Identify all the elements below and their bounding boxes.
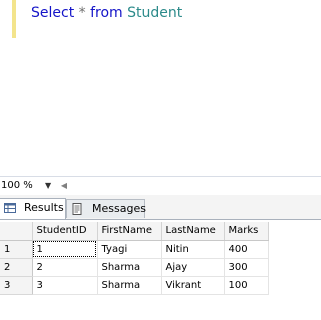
- query-line[interactable]: Select * from Student: [31, 4, 182, 22]
- table-cell[interactable]: 400: [224, 240, 269, 259]
- table-cell[interactable]: Sharma: [97, 276, 162, 295]
- column-header-lastname[interactable]: LastName: [161, 222, 225, 241]
- row-header-corner[interactable]: [0, 222, 33, 241]
- grid-icon: [4, 203, 16, 213]
- document-icon: [72, 203, 82, 215]
- row-number[interactable]: 1: [0, 240, 33, 259]
- zoom-bar: 100 % ▼ ◀: [0, 176, 321, 195]
- column-header-studentid[interactable]: StudentID: [32, 222, 98, 241]
- table-cell[interactable]: 300: [224, 258, 269, 277]
- arrow-left-icon[interactable]: ◀: [59, 178, 69, 193]
- table-cell[interactable]: 3: [32, 276, 98, 295]
- table-cell[interactable]: Tyagi: [97, 240, 162, 259]
- tab-messages-label: Messages: [92, 202, 146, 215]
- row-number[interactable]: 3: [0, 276, 33, 295]
- keyword-select: Select: [31, 5, 75, 21]
- column-header-firstname[interactable]: FirstName: [97, 222, 162, 241]
- table-cell[interactable]: Sharma: [97, 258, 162, 277]
- table-cell[interactable]: 100: [224, 276, 269, 295]
- table-cell[interactable]: Ajay: [161, 258, 225, 277]
- table-row[interactable]: 2 2 Sharma Ajay 300: [0, 258, 269, 277]
- column-header-marks[interactable]: Marks: [224, 222, 269, 241]
- results-grid[interactable]: StudentID FirstName LastName Marks 1 1 T…: [0, 220, 321, 320]
- zoom-value: 100 %: [1, 180, 33, 191]
- horizontal-scrollbar[interactable]: [72, 180, 320, 191]
- results-table: StudentID FirstName LastName Marks 1 1 T…: [0, 222, 269, 295]
- change-marker: [12, 0, 16, 38]
- chevron-down-icon[interactable]: ▼: [45, 178, 51, 193]
- table-cell[interactable]: 2: [32, 258, 98, 277]
- table-row[interactable]: 3 3 Sharma Vikrant 100: [0, 276, 269, 295]
- header-row: StudentID FirstName LastName Marks: [0, 222, 269, 241]
- tab-messages[interactable]: Messages: [66, 199, 146, 218]
- table-cell[interactable]: 1: [32, 240, 98, 259]
- row-number[interactable]: 2: [0, 258, 33, 277]
- query-editor[interactable]: Select * from Student: [0, 0, 321, 176]
- table-row[interactable]: 1 1 Tyagi Nitin 400: [0, 240, 269, 259]
- keyword-from: from: [90, 5, 123, 21]
- table-cell[interactable]: Vikrant: [161, 276, 225, 295]
- table-cell[interactable]: Nitin: [161, 240, 225, 259]
- star-operator: *: [78, 5, 86, 21]
- zoom-select[interactable]: 100 % ▼: [0, 178, 56, 193]
- results-tabstrip: Results Messages: [0, 195, 321, 220]
- tab-results[interactable]: Results: [0, 198, 66, 219]
- table-name: Student: [127, 5, 183, 21]
- tab-results-label: Results: [24, 201, 64, 214]
